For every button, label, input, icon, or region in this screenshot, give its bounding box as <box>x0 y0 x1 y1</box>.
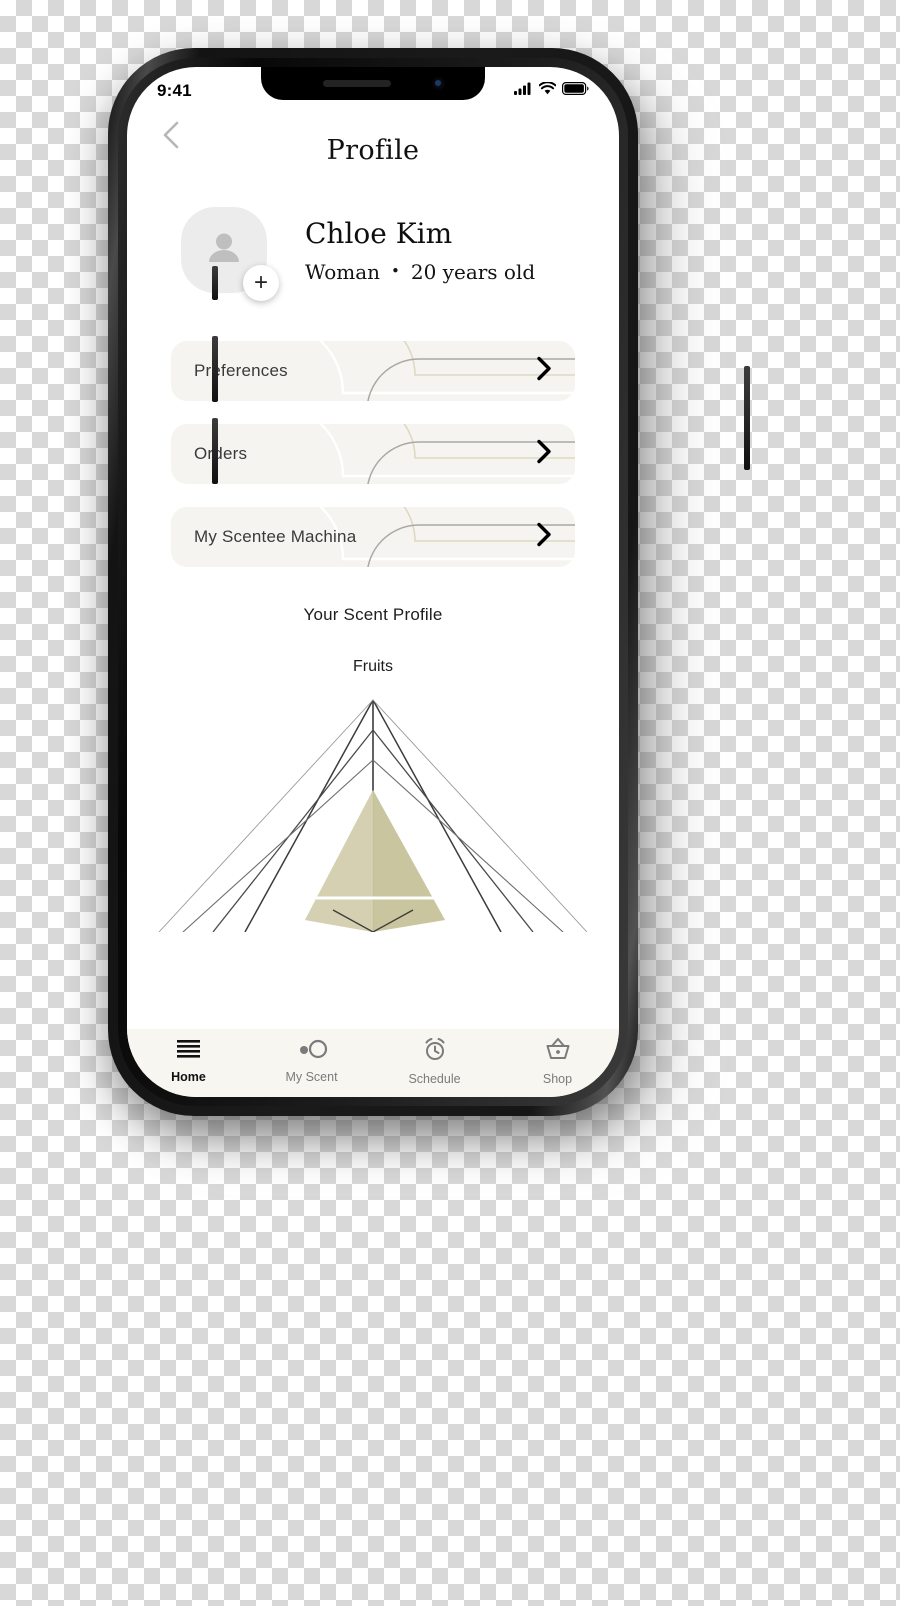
menu-item-orders[interactable]: Orders <box>171 424 575 484</box>
tab-label: Shop <box>542 1071 573 1086</box>
cellular-signal-icon <box>514 82 533 100</box>
chevron-right-icon <box>536 356 553 387</box>
chevron-right-icon <box>536 439 553 470</box>
profile-meta: Woman • 20 years old <box>305 260 535 284</box>
wifi-icon <box>538 81 557 100</box>
menu-item-label: Preferences <box>194 361 288 380</box>
meta-separator: • <box>391 262 400 280</box>
tab-shop[interactable]: Shop <box>496 1029 619 1097</box>
tab-home[interactable]: Home <box>127 1029 250 1097</box>
nav-bar: Profile <box>127 111 619 197</box>
hamburger-menu-icon <box>176 1039 201 1064</box>
page-title: Profile <box>326 135 420 166</box>
battery-icon <box>562 82 589 100</box>
tab-bar: Home My Scent Schedule Shop <box>127 1029 619 1097</box>
profile-gender: Woman <box>305 259 381 284</box>
status-time: 9:41 <box>157 81 192 100</box>
radar-axis-label-fruits: Fruits <box>353 658 393 675</box>
person-placeholder-icon <box>202 226 246 275</box>
menu-list: Preferences Orders My Scentee Machina <box>127 341 619 567</box>
profile-header: + Chloe Kim Woman • 20 years old <box>127 197 619 301</box>
status-icons <box>514 81 589 100</box>
menu-item-my-scentee-machina[interactable]: My Scentee Machina <box>171 507 575 567</box>
tab-label: My Scent <box>285 1069 338 1084</box>
shopping-basket-icon <box>544 1037 572 1066</box>
volume-up-button[interactable] <box>212 336 218 402</box>
radar-series-fill <box>305 790 445 932</box>
scent-profile-heading: Your Scent Profile <box>303 605 443 624</box>
profile-text: Chloe Kim Woman • 20 years old <box>305 217 535 284</box>
earpiece-speaker <box>323 80 391 87</box>
menu-item-preferences[interactable]: Preferences <box>171 341 575 401</box>
radar-chart <box>127 682 619 932</box>
tab-label: Home <box>171 1069 206 1084</box>
phone-screen: 9:41 Profile + Chloe Kim Woman • 20 year… <box>127 67 619 1097</box>
chevron-right-icon <box>536 522 553 553</box>
power-button[interactable] <box>744 366 750 470</box>
avatar-wrap: + <box>181 207 279 301</box>
phone-device-frame: 9:41 Profile + Chloe Kim Woman • 20 year… <box>108 48 750 1116</box>
menu-item-label: Orders <box>194 444 248 463</box>
add-photo-button[interactable]: + <box>243 265 279 301</box>
device-notch <box>261 67 485 100</box>
silent-switch-button[interactable] <box>212 266 218 300</box>
tab-my-scent[interactable]: My Scent <box>250 1029 373 1097</box>
tab-schedule[interactable]: Schedule <box>373 1029 496 1097</box>
menu-item-label: My Scentee Machina <box>194 527 357 546</box>
profile-name: Chloe Kim <box>305 216 453 250</box>
tab-label: Schedule <box>408 1071 461 1086</box>
front-camera-icon <box>432 77 445 90</box>
alarm-clock-icon <box>422 1037 448 1066</box>
two-circles-icon <box>296 1039 328 1064</box>
volume-down-button[interactable] <box>212 418 218 484</box>
profile-age: 20 years old <box>410 259 536 284</box>
